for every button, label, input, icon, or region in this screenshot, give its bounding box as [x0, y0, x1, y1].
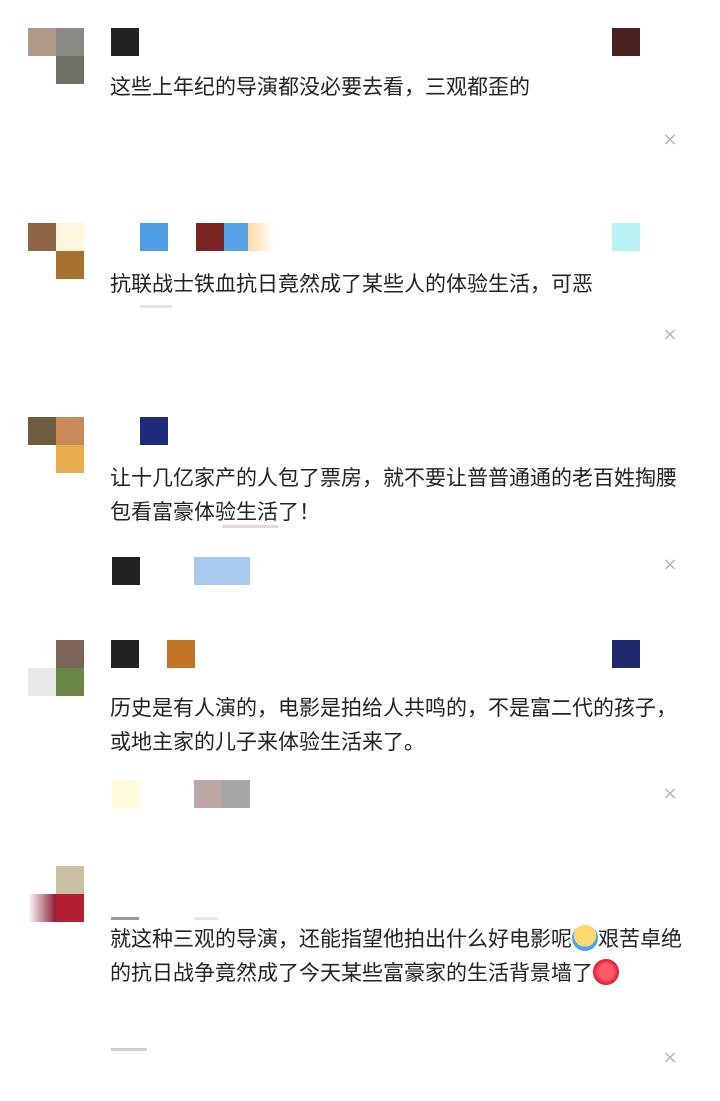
comment-4: 历史是有人演的，电影是拍给人共鸣的，不是富二代的孩子，或地主家的儿子来体验生活来… — [0, 620, 720, 860]
username-block[interactable] — [140, 417, 168, 445]
username-block[interactable] — [196, 223, 224, 251]
badge-block — [612, 640, 640, 668]
comment-text: 历史是有人演的，电影是拍给人共鸣的，不是富二代的孩子，或地主家的儿子来体验生活来… — [110, 696, 677, 754]
comment-1: 这些上年纪的导演都没必要去看，三观都歪的 × — [0, 0, 720, 190]
close-icon[interactable]: × — [662, 1049, 678, 1067]
reply-name-block[interactable] — [194, 780, 250, 808]
faint-line — [111, 1048, 147, 1051]
comment-3: 让十几亿家产的人包了票房，就不要让普普通通的老百姓掏腰包看富豪体验生活了！ × — [0, 390, 720, 620]
avatar[interactable] — [28, 417, 84, 473]
avatar[interactable] — [28, 223, 84, 279]
close-icon[interactable]: × — [662, 326, 678, 344]
close-icon[interactable]: × — [662, 131, 678, 149]
avatar[interactable] — [28, 866, 84, 922]
faint-line — [140, 305, 172, 308]
reply-avatar-block[interactable] — [112, 557, 140, 585]
faint-line — [194, 917, 218, 920]
comment-text-part1: 就这种三观的导演，还能指望他拍出什么好电影呢 — [110, 927, 572, 951]
comment-5: 就这种三观的导演，还能指望他拍出什么好电影呢 艰苦卓绝的抗日战争竟然成了今天某些富… — [0, 860, 720, 1101]
comment-text: 抗联战士铁血抗日竟然成了某些人的体验生活，可恶 — [110, 272, 593, 296]
avatar[interactable] — [28, 28, 84, 84]
badge-block — [140, 223, 168, 251]
username-block[interactable] — [111, 28, 139, 56]
comment-text: 就这种三观的导演，还能指望他拍出什么好电影呢 艰苦卓绝的抗日战争竟然成了今天某些富… — [110, 922, 695, 990]
badge-block — [248, 223, 274, 251]
faint-line — [111, 917, 139, 920]
close-icon[interactable]: × — [662, 556, 678, 574]
angry-face-emoji — [593, 959, 619, 985]
reply-avatar-block[interactable] — [112, 780, 140, 808]
comment-text: 让十几亿家产的人包了票房，就不要让普普通通的老百姓掏腰包看富豪体验生活了！ — [110, 466, 677, 524]
faint-line — [222, 525, 278, 528]
badge-block — [167, 640, 195, 668]
close-icon[interactable]: × — [662, 785, 678, 803]
badge-block — [612, 223, 640, 251]
avatar[interactable] — [28, 640, 84, 696]
crying-face-emoji — [572, 925, 598, 951]
reply-name-block[interactable] — [194, 557, 250, 585]
comment-2: 抗联战士铁血抗日竟然成了某些人的体验生活，可恶 × — [0, 190, 720, 390]
comment-text: 这些上年纪的导演都没必要去看，三观都歪的 — [110, 75, 530, 99]
username-block[interactable] — [111, 640, 139, 668]
badge-block — [612, 28, 640, 56]
